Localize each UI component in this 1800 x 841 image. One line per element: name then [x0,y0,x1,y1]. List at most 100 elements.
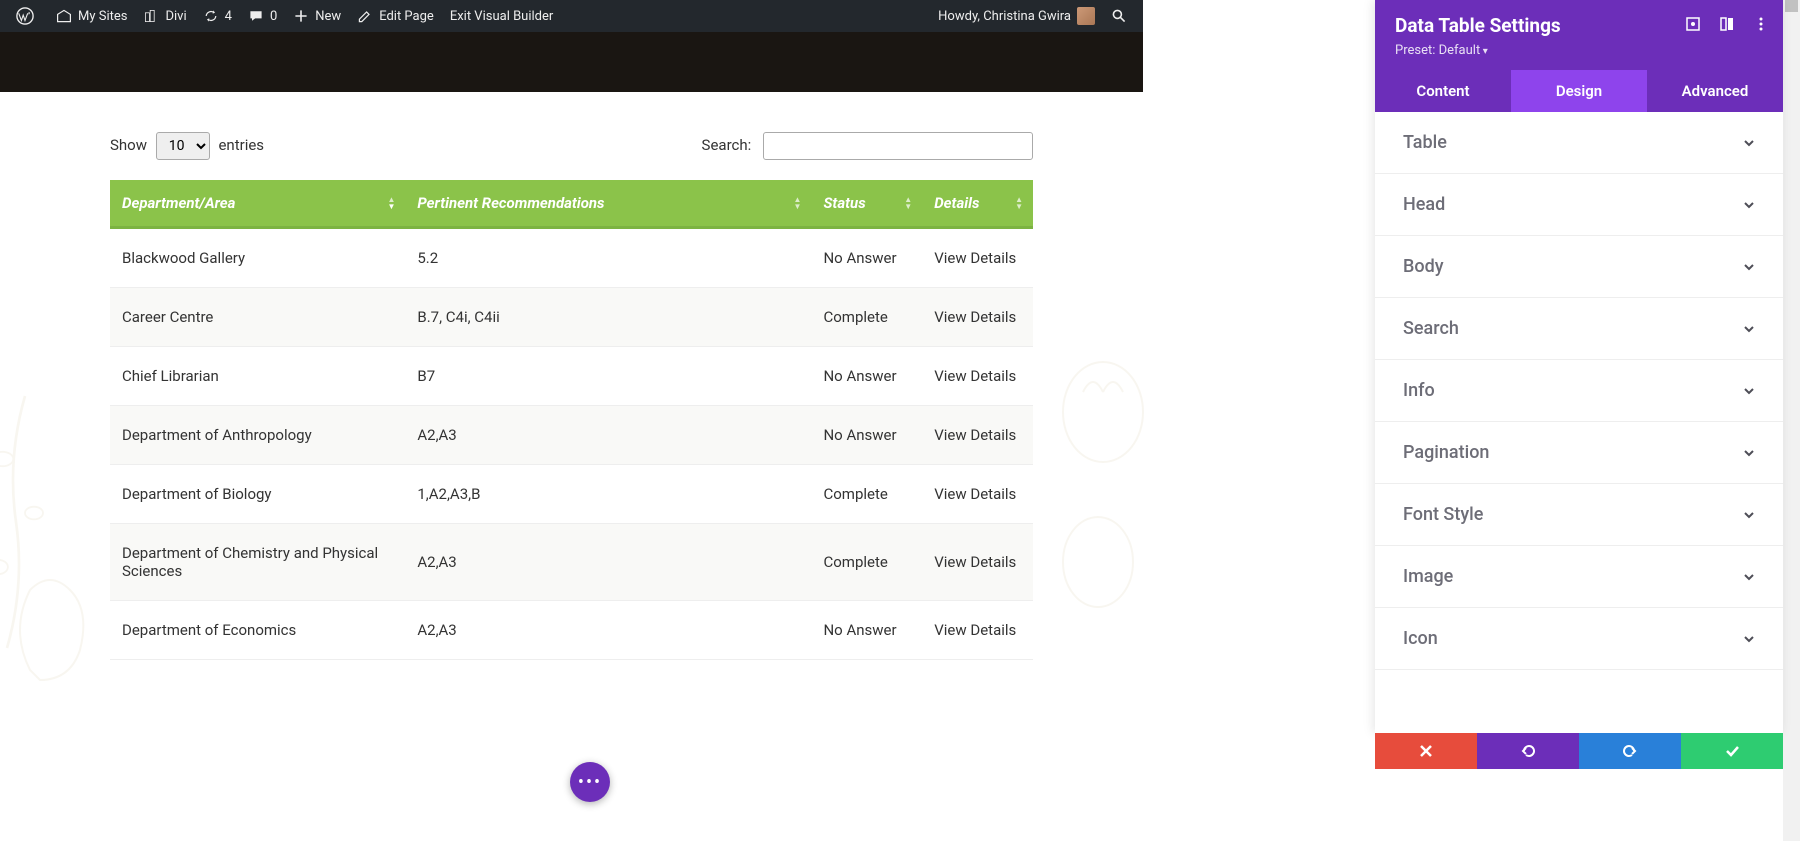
comments-link[interactable]: 0 [240,0,285,32]
snap-icon[interactable] [1719,16,1735,32]
page-scrollbar[interactable] [1783,0,1800,841]
search-toggle[interactable] [1103,0,1135,32]
col-recommendations[interactable]: Pertinent Recommendations▲▼ [405,180,811,228]
accordion-table[interactable]: Table [1375,112,1783,174]
divi-icon [143,8,159,24]
view-details-link[interactable]: View Details [934,621,1016,639]
accordion-label: Search [1403,318,1459,339]
cell-dept: Blackwood Gallery [110,228,405,288]
new-link[interactable]: New [285,0,349,32]
cell-rec: A2,A3 [405,524,811,601]
cell-dept: Department of Economics [110,601,405,660]
cell-details: View Details [922,601,1033,660]
howdy-text: Howdy, Christina Gwira [938,9,1071,24]
table-row: Department of Anthropology A2,A3 No Answ… [110,406,1033,465]
expand-icon[interactable] [1685,16,1701,32]
wp-logo[interactable] [8,0,48,32]
undo-button[interactable] [1477,733,1579,769]
accordion-label: Icon [1403,628,1438,649]
sort-icon: ▲▼ [387,196,395,210]
howdy-link[interactable]: Howdy, Christina Gwira [930,0,1103,32]
comments-count: 0 [270,9,277,24]
my-sites-link[interactable]: My Sites [48,0,135,32]
kebab-icon[interactable] [1753,16,1769,32]
edit-page-link[interactable]: Edit Page [349,0,442,32]
cell-rec: A2,A3 [405,406,811,465]
table-row: Chief Librarian B7 No Answer View Detail… [110,347,1033,406]
view-details-link[interactable]: View Details [934,485,1016,503]
accordion-pagination[interactable]: Pagination [1375,422,1783,484]
preset-dropdown[interactable]: Preset: Default [1395,43,1763,58]
chevron-down-icon [1743,571,1755,583]
cell-status: No Answer [811,347,922,406]
search-input[interactable] [763,132,1033,160]
chevron-down-icon [1743,385,1755,397]
hero-banner [0,32,1143,92]
view-details-link[interactable]: View Details [934,308,1016,326]
new-label: New [315,9,341,24]
accordion-body[interactable]: Body [1375,236,1783,298]
edit-page-label: Edit Page [379,9,434,24]
cell-status: Complete [811,288,922,347]
sort-icon: ▲▼ [904,196,912,210]
accordion-icon[interactable]: Icon [1375,608,1783,670]
updates-link[interactable]: 4 [195,0,240,32]
updates-count: 4 [225,9,232,24]
view-details-link[interactable]: View Details [934,249,1016,267]
accordion-label: Font Style [1403,504,1483,525]
sort-icon: ▲▼ [794,196,802,210]
accordion-label: Image [1403,566,1453,587]
cell-status: No Answer [811,406,922,465]
tab-advanced[interactable]: Advanced [1647,70,1783,112]
col-status[interactable]: Status▲▼ [811,180,922,228]
show-label: Show [110,136,147,154]
site-label: Divi [165,9,186,24]
col-department[interactable]: Department/Area▲▼ [110,180,405,228]
site-link[interactable]: Divi [135,0,194,32]
entries-label: entries [218,136,264,154]
view-details-link[interactable]: View Details [934,553,1016,571]
cancel-button[interactable] [1375,733,1477,769]
exit-vb-link[interactable]: Exit Visual Builder [442,0,561,32]
cell-details: View Details [922,465,1033,524]
save-button[interactable] [1681,733,1783,769]
refresh-icon [203,8,219,24]
cell-status: Complete [811,524,922,601]
accordion-info[interactable]: Info [1375,360,1783,422]
view-details-link[interactable]: View Details [934,426,1016,444]
wp-admin-bar: My Sites Divi 4 0 New Edit Page Exit Vis… [0,0,1143,32]
table-row: Department of Biology 1,A2,A3,B Complete… [110,465,1033,524]
dots-icon: ••• [578,772,602,793]
cell-rec: 1,A2,A3,B [405,465,811,524]
tab-content[interactable]: Content [1375,70,1511,112]
user-avatar-icon [1077,7,1095,25]
pencil-icon [357,8,373,24]
accordion-font-style[interactable]: Font Style [1375,484,1783,546]
cell-status: No Answer [811,228,922,288]
settings-panel: Data Table Settings Preset: Default Cont… [1375,0,1783,733]
cell-details: View Details [922,524,1033,601]
col-details[interactable]: Details▲▼ [922,180,1033,228]
cell-status: Complete [811,465,922,524]
view-details-link[interactable]: View Details [934,367,1016,385]
redo-button[interactable] [1579,733,1681,769]
accordion-image[interactable]: Image [1375,546,1783,608]
search-icon [1111,8,1127,24]
module-options-fab[interactable]: ••• [570,762,610,802]
accordion-head[interactable]: Head [1375,174,1783,236]
cell-details: View Details [922,347,1033,406]
search-control: Search: [702,132,1033,160]
cell-rec: 5.2 [405,228,811,288]
plus-icon [293,8,309,24]
accordion-label: Table [1403,132,1447,153]
length-control: Show 10 entries [110,132,264,160]
accordion-label: Pagination [1403,442,1489,463]
cell-dept: Department of Chemistry and Physical Sci… [110,524,405,601]
entries-select[interactable]: 10 [156,132,210,160]
cell-details: View Details [922,228,1033,288]
panel-header: Data Table Settings Preset: Default [1375,0,1783,70]
tab-design[interactable]: Design [1511,70,1647,112]
accordion-search[interactable]: Search [1375,298,1783,360]
table-row: Department of Economics A2,A3 No Answer … [110,601,1033,660]
sort-icon: ▲▼ [1015,196,1023,210]
